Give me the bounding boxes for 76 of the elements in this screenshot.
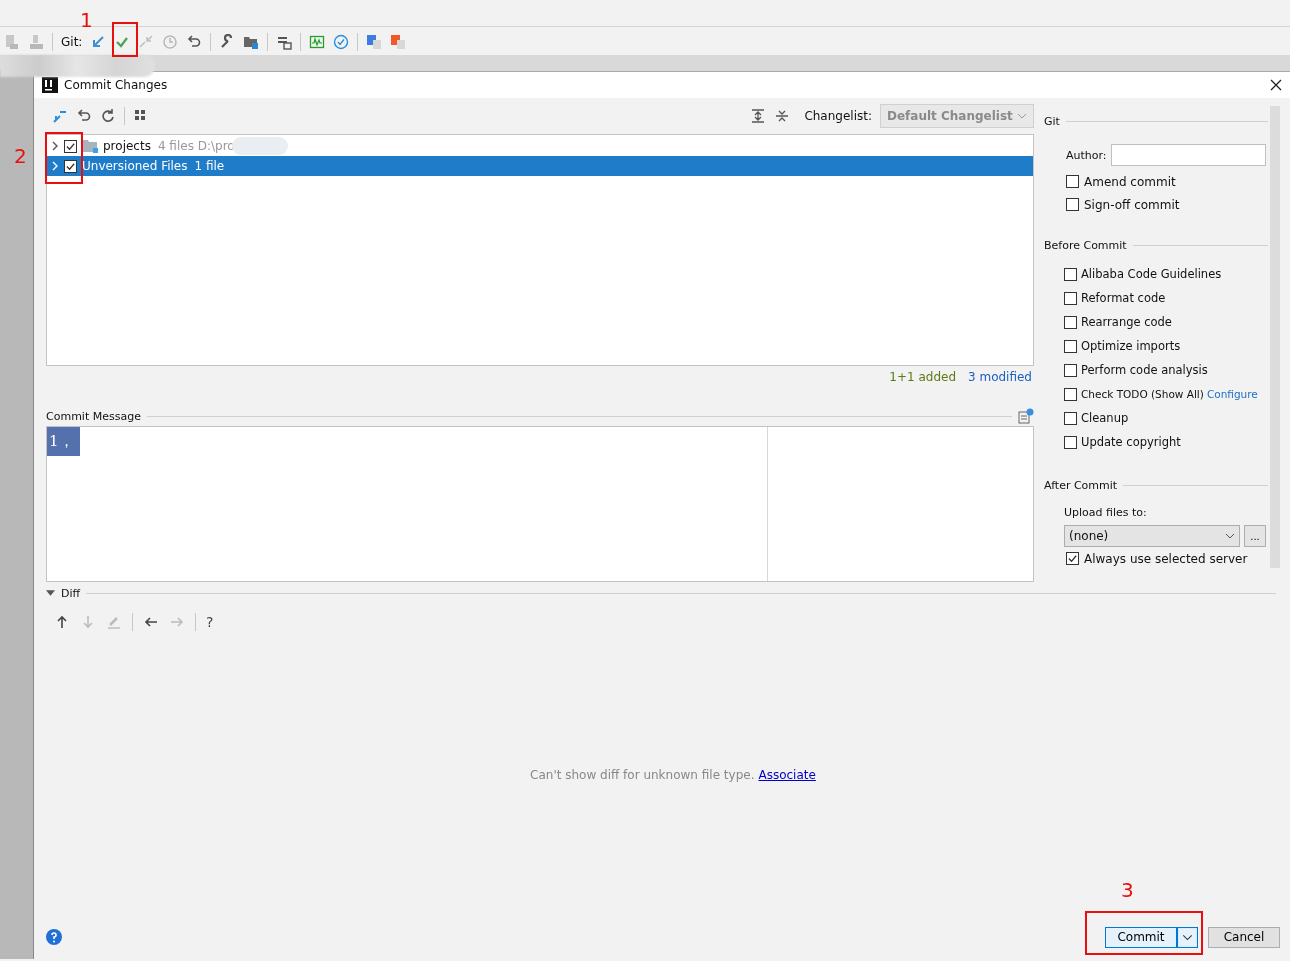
tree-row[interactable]: Unversioned Files 1 file xyxy=(47,156,1033,176)
tree-item-name: Unversioned Files xyxy=(82,159,188,173)
checkbox[interactable] xyxy=(1064,363,1077,377)
server-dropdown[interactable]: (none) xyxy=(1064,525,1240,547)
option-label: Reformat code xyxy=(1081,291,1166,305)
cancel-button[interactable]: Cancel xyxy=(1208,926,1280,948)
checkbox[interactable] xyxy=(1064,315,1077,329)
browse-button[interactable]: ... xyxy=(1244,525,1266,547)
option-label: Cleanup xyxy=(1081,411,1129,425)
tree-item-detail: 4 files D:\pro xyxy=(157,139,235,153)
tree-row[interactable]: projects 4 files D:\pro xyxy=(47,136,1033,156)
configure-link[interactable]: Configure xyxy=(1206,388,1258,400)
collapse-arrow-icon[interactable] xyxy=(46,590,55,596)
checkbox[interactable] xyxy=(64,139,77,153)
checkbox[interactable] xyxy=(1066,198,1079,211)
option-label: Always use selected server xyxy=(1084,551,1248,566)
activity-icon[interactable] xyxy=(309,34,326,50)
history-icon[interactable] xyxy=(1018,408,1034,424)
section-title: Before Commit xyxy=(1044,238,1127,252)
chevron-icon xyxy=(1017,113,1027,119)
server-icon[interactable] xyxy=(276,34,293,50)
author-label: Author: xyxy=(1066,148,1107,162)
blurred-path xyxy=(231,137,288,155)
step-number: 3 xyxy=(1121,878,1134,902)
checkbox[interactable] xyxy=(1064,411,1077,425)
check-circle-icon[interactable] xyxy=(333,34,350,50)
option-label: Optimize imports xyxy=(1081,339,1181,353)
section-title: After Commit xyxy=(1044,478,1118,492)
commit-message-label: Commit Message xyxy=(46,409,141,423)
checkbox[interactable] xyxy=(1064,291,1077,305)
step-number: 1 xyxy=(80,8,93,32)
undo-icon[interactable] xyxy=(186,34,203,50)
change-summary: 3 modified xyxy=(968,370,1032,384)
diff-message: Can't show diff for unknown file type. xyxy=(530,768,755,782)
option-label: Perform code analysis xyxy=(1081,363,1208,377)
section-title: Git xyxy=(1044,114,1060,128)
dropdown-button[interactable] xyxy=(1177,926,1198,948)
vcs-label: Git: xyxy=(61,35,83,49)
associate-link[interactable]: Associate xyxy=(758,768,816,782)
help-button[interactable]: ? xyxy=(206,614,214,630)
option-label: Rearrange code xyxy=(1081,315,1172,329)
changelist-label: Changelist: xyxy=(804,109,872,123)
tree-item-name: projects xyxy=(103,139,151,153)
checkbox[interactable] xyxy=(1064,435,1077,449)
author-field[interactable] xyxy=(1110,144,1266,166)
highlight-frame xyxy=(45,132,83,184)
commit-message-field[interactable]: 1， xyxy=(46,426,1034,582)
option-label: Amend commit xyxy=(1084,174,1176,189)
app-icon xyxy=(42,77,58,93)
checkbox[interactable] xyxy=(1064,339,1077,353)
help-icon[interactable] xyxy=(46,929,62,945)
window-title: Commit Changes xyxy=(64,78,169,92)
refresh-icon[interactable] xyxy=(100,108,116,124)
step-number: 2 xyxy=(14,144,27,168)
commit-button[interactable]: Commit xyxy=(1105,926,1177,948)
checkbox[interactable] xyxy=(1066,552,1079,565)
checkbox[interactable] xyxy=(64,159,77,173)
option-label: Sign-off commit xyxy=(1084,197,1180,212)
upload-label: Upload files to: xyxy=(1064,506,1148,519)
update-icon[interactable] xyxy=(90,34,107,50)
option-label: Update copyright xyxy=(1081,435,1181,449)
collapse-all-icon[interactable] xyxy=(774,108,791,124)
close-icon[interactable] xyxy=(1270,79,1282,91)
expand-all-icon[interactable] xyxy=(750,108,767,124)
highlight-frame xyxy=(112,22,138,57)
folder-icon[interactable] xyxy=(243,34,260,50)
checkbox[interactable] xyxy=(1066,175,1079,188)
option-label: Check TODO (Show All) xyxy=(1081,388,1204,400)
tree-item-detail: 1 file xyxy=(194,159,225,173)
change-summary: 1+1 added xyxy=(889,370,956,384)
undo-icon[interactable] xyxy=(76,108,92,124)
checkbox[interactable] xyxy=(1064,387,1077,401)
diff-title: Diff xyxy=(61,586,81,600)
checkbox[interactable] xyxy=(1064,267,1077,281)
chevron-icon xyxy=(1225,533,1235,539)
option-label: Alibaba Code Guidelines xyxy=(1081,267,1222,281)
